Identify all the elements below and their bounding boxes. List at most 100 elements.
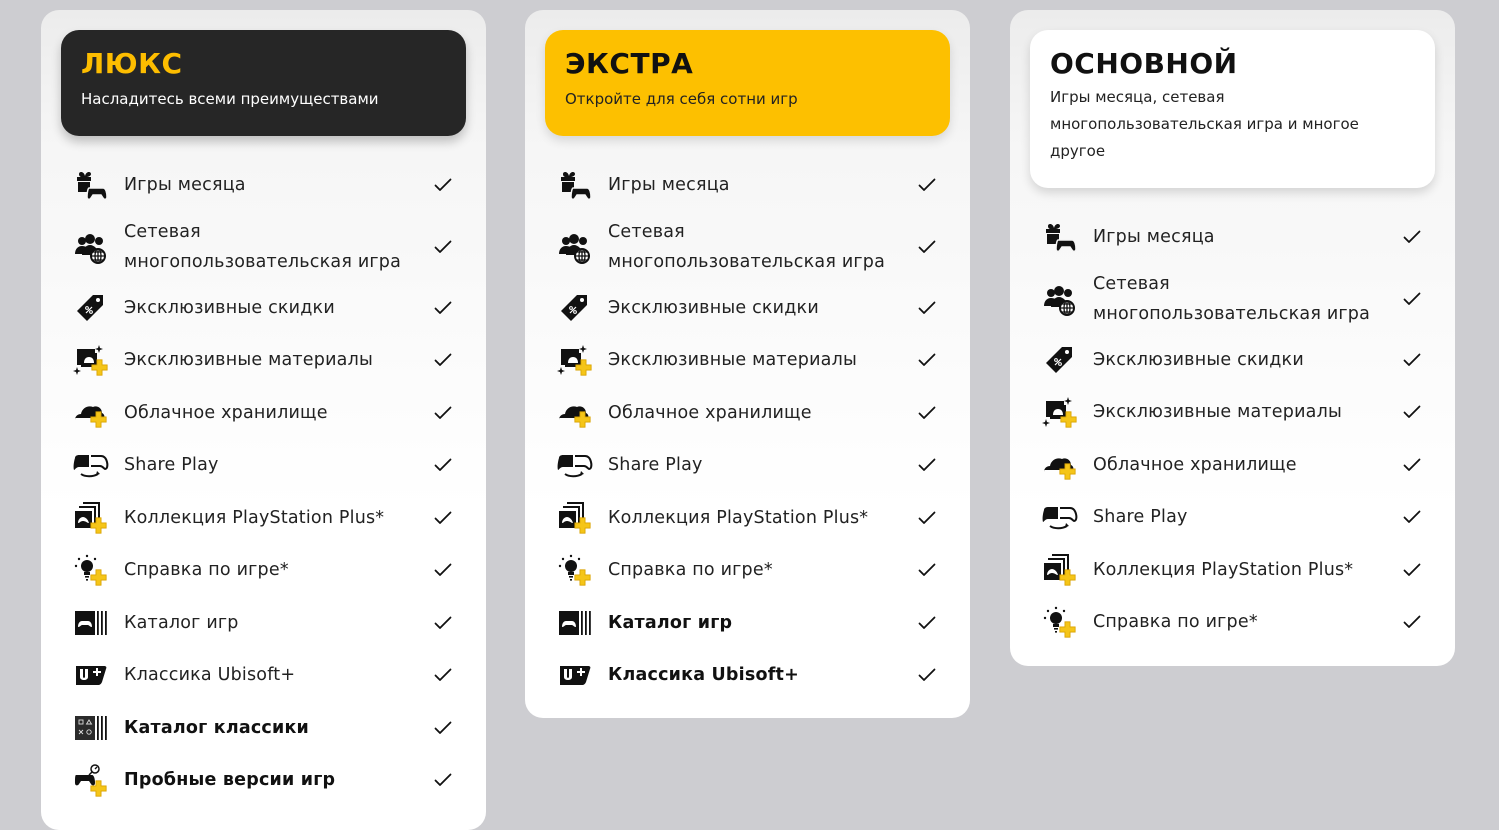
check-icon <box>434 240 452 254</box>
feature-label: Справка по игре* <box>124 560 289 581</box>
feature-list: Игры месяца Сетевая многопользовательска… <box>1030 211 1435 649</box>
feature-label: Каталог классики <box>124 717 309 738</box>
multiplayer-globe-icon <box>557 230 593 264</box>
check-icon <box>434 721 452 735</box>
plan-title: ЛЮКС <box>81 47 183 80</box>
feature-label: Облачное хранилище <box>1093 454 1297 475</box>
feature-item: Эксклюзивные скидки <box>545 282 950 335</box>
gift-controller-icon <box>557 168 593 202</box>
feature-label: Сетевая многопользовательская игра <box>1093 273 1371 324</box>
feature-label: Коллекция PlayStation Plus* <box>124 507 385 528</box>
collection-icon <box>73 501 109 535</box>
check-icon <box>434 616 452 630</box>
feature-label: Эксклюзивные скидки <box>124 297 335 318</box>
check-icon <box>918 301 936 315</box>
check-icon <box>1403 563 1421 577</box>
feature-item: Каталог классики <box>61 702 466 755</box>
gift-controller-icon <box>1042 220 1078 254</box>
ubisoft-plus-icon <box>73 658 109 692</box>
check-icon <box>918 240 936 254</box>
feature-item: Классика Ubisoft+ <box>61 649 466 702</box>
check-icon <box>434 178 452 192</box>
check-icon <box>1403 353 1421 367</box>
feature-item: Эксклюзивные материалы <box>61 334 466 387</box>
feature-item: Share Play <box>1030 491 1435 544</box>
feature-item: Коллекция PlayStation Plus* <box>1030 544 1435 597</box>
check-icon <box>434 458 452 472</box>
check-icon <box>434 406 452 420</box>
check-icon <box>918 563 936 577</box>
check-icon <box>1403 230 1421 244</box>
feature-label: Эксклюзивные скидки <box>1093 349 1304 370</box>
feature-label: Игры месяца <box>1093 227 1215 248</box>
feature-item: Пробные версии игр <box>61 754 466 807</box>
feature-label: Коллекция PlayStation Plus* <box>1093 559 1354 580</box>
feature-label: Share Play <box>124 455 219 476</box>
exclusive-content-icon <box>73 343 109 377</box>
feature-label: Игры месяца <box>124 175 246 196</box>
check-icon <box>1403 292 1421 306</box>
check-icon <box>1403 458 1421 472</box>
ubisoft-plus-icon <box>557 658 593 692</box>
plan-card-deluxe: ЛЮКС Насладитесь всеми преимуществами Иг… <box>41 10 486 830</box>
feature-label: Облачное хранилище <box>124 402 328 423</box>
gift-controller-icon <box>73 168 109 202</box>
feature-label: Share Play <box>608 455 703 476</box>
feature-label: Share Play <box>1093 507 1188 528</box>
feature-item: Сетевая многопользовательская игра <box>61 212 466 282</box>
feature-label: Эксклюзивные материалы <box>1093 402 1342 423</box>
game-help-bulb-icon <box>73 553 109 587</box>
check-icon <box>918 668 936 682</box>
game-catalog-icon <box>557 606 593 640</box>
feature-item: Каталог игр <box>61 597 466 650</box>
feature-item: Сетевая многопользовательская игра <box>545 212 950 282</box>
plan-title: ОСНОВНОЙ <box>1050 47 1238 80</box>
feature-label: Классика Ubisoft+ <box>608 665 799 686</box>
check-icon <box>434 301 452 315</box>
check-icon <box>434 668 452 682</box>
plan-header-essential[interactable]: ОСНОВНОЙ Игры месяца, сетевая многопольз… <box>1030 30 1435 188</box>
discount-tag-icon <box>1042 343 1078 377</box>
plan-subtitle: Насладитесь всеми преимуществами <box>81 90 379 108</box>
discount-tag-icon <box>557 291 593 325</box>
feature-label: Сетевая многопользовательская игра <box>124 221 402 272</box>
feature-item: Классика Ubisoft+ <box>545 649 950 702</box>
plan-card-extra: ЭКСТРА Откройте для себя сотни игр Игры … <box>525 10 970 718</box>
check-icon <box>1403 405 1421 419</box>
plan-header-deluxe[interactable]: ЛЮКС Насладитесь всеми преимуществами <box>61 30 466 136</box>
feature-item: Облачное хранилище <box>61 387 466 440</box>
cloud-storage-icon <box>1042 448 1078 482</box>
feature-item: Эксклюзивные скидки <box>1030 334 1435 387</box>
feature-list: Игры месяца Сетевая многопользовательска… <box>61 159 466 807</box>
feature-item: Каталог игр <box>545 597 950 650</box>
cloud-storage-icon <box>73 396 109 430</box>
share-play-icon <box>557 448 593 482</box>
plan-subtitle: Игры месяца, сетевая многопользовательск… <box>1050 88 1359 160</box>
feature-label: Эксклюзивные материалы <box>608 350 857 371</box>
game-trials-icon <box>73 763 109 797</box>
feature-item: Справка по игре* <box>1030 596 1435 649</box>
collection-icon <box>557 501 593 535</box>
share-play-icon <box>1042 500 1078 534</box>
share-play-icon <box>73 448 109 482</box>
feature-label: Коллекция PlayStation Plus* <box>608 507 869 528</box>
discount-tag-icon <box>73 291 109 325</box>
feature-item: Сетевая многопользовательская игра <box>1030 264 1435 334</box>
feature-item: Игры месяца <box>545 159 950 212</box>
feature-item: Share Play <box>61 439 466 492</box>
feature-label: Справка по игре* <box>608 560 773 581</box>
feature-label: Пробные версии игр <box>124 770 336 791</box>
plan-subtitle: Откройте для себя сотни игр <box>565 90 798 108</box>
feature-item: Share Play <box>545 439 950 492</box>
check-icon <box>434 773 452 787</box>
feature-item: Коллекция PlayStation Plus* <box>545 492 950 545</box>
exclusive-content-icon <box>1042 395 1078 429</box>
feature-item: Эксклюзивные материалы <box>545 334 950 387</box>
feature-label: Игры месяца <box>608 175 730 196</box>
check-icon <box>1403 510 1421 524</box>
feature-item: Эксклюзивные материалы <box>1030 386 1435 439</box>
check-icon <box>918 616 936 630</box>
check-icon <box>918 406 936 420</box>
plan-header-extra[interactable]: ЭКСТРА Откройте для себя сотни игр <box>545 30 950 136</box>
feature-label: Классика Ubisoft+ <box>124 665 296 686</box>
